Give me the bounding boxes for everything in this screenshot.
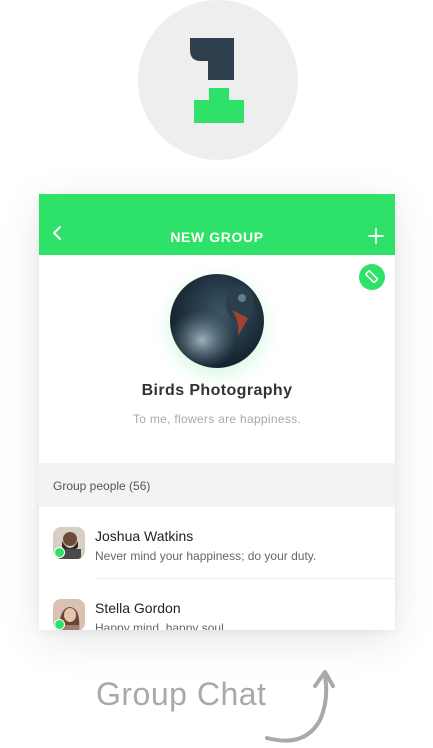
group-photo [170, 274, 264, 368]
online-status-icon [54, 619, 65, 630]
group-name: Birds Photography [141, 382, 293, 399]
step-number-icon [190, 38, 244, 123]
member-name: Joshua Watkins [95, 528, 194, 544]
app-header: NEW GROUP [39, 194, 395, 255]
members-section-header: Group people (56) [39, 463, 395, 507]
member-row[interactable]: Joshua Watkins Never mind your happiness… [39, 507, 395, 579]
member-name: Stella Gordon [95, 600, 181, 616]
pencil-icon [365, 270, 379, 284]
caption-text: Group Chat [96, 676, 267, 712]
phone-screen: NEW GROUP Birds Photography To me, flowe… [39, 194, 395, 630]
edit-group-button[interactable] [359, 264, 385, 290]
curved-arrow-up-icon [265, 670, 335, 743]
header-title: NEW GROUP [170, 229, 264, 245]
member-status: Never mind your happiness; do your duty. [95, 549, 317, 563]
group-description: To me, flowers are happiness. [132, 412, 302, 426]
group-avatar[interactable] [170, 274, 264, 368]
online-status-icon [54, 547, 65, 558]
plus-icon[interactable] [368, 228, 384, 244]
members-count-label: Group people (56) [53, 479, 151, 493]
member-status: Happy mind, happy soul [95, 621, 224, 630]
step-badge [138, 0, 298, 160]
member-row[interactable]: Stella Gordon Happy mind, happy soul [39, 579, 395, 630]
